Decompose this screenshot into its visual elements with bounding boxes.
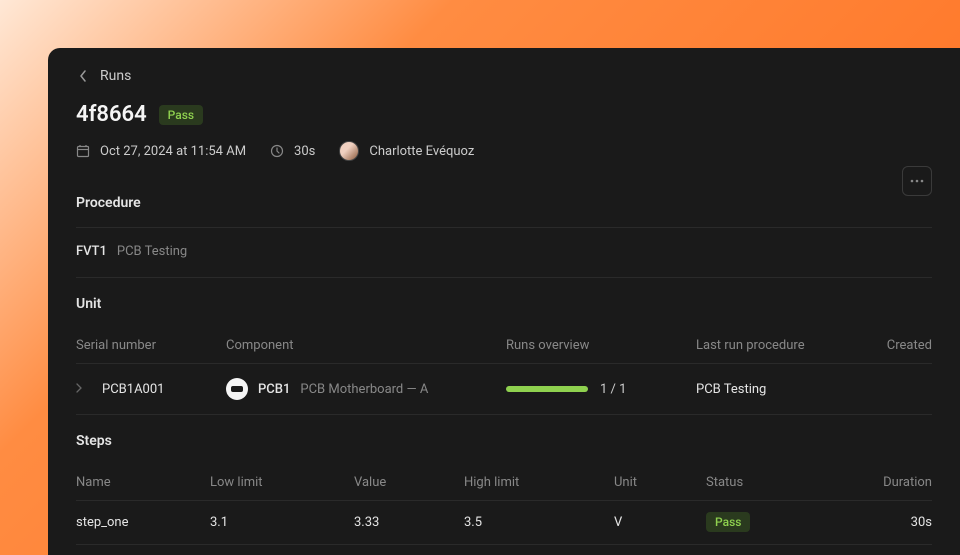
chevron-right-icon[interactable] (76, 382, 88, 397)
calendar-icon (76, 144, 90, 158)
steps-table-header: Name Low limit Value High limit Unit Sta… (76, 465, 932, 501)
header-created: Created (842, 338, 932, 353)
header-value: Value (354, 475, 464, 490)
step-duration: 30s (836, 515, 932, 530)
step-name: step_one (76, 515, 210, 530)
runs-fraction: 1 / 1 (600, 382, 626, 397)
avatar (339, 141, 359, 161)
progress-bar (506, 386, 588, 392)
steps-section-title: Steps (76, 433, 932, 449)
unit-table-row[interactable]: PCB1A001 PCB1 PCB Motherboard — A 1 / 1 … (76, 364, 932, 415)
component-cell: PCB1 PCB Motherboard — A (226, 378, 506, 400)
header-serial: Serial number (76, 338, 226, 353)
timestamp-item: Oct 27, 2024 at 11:54 AM (76, 144, 246, 159)
procedure-section-title: Procedure (76, 195, 932, 211)
status-badge: Pass (159, 105, 203, 125)
meta-row: Oct 27, 2024 at 11:54 AM 30s Charlotte E… (76, 141, 932, 161)
procedure-row: FVT1 PCB Testing (76, 244, 932, 259)
header-status: Status (706, 475, 836, 490)
procedure-name: PCB Testing (117, 244, 187, 259)
divider (76, 277, 932, 278)
user-item: Charlotte Evéquoz (339, 141, 474, 161)
user-name: Charlotte Evéquoz (369, 144, 474, 159)
timestamp-text: Oct 27, 2024 at 11:54 AM (100, 144, 246, 159)
main-panel: Runs 4f8664 Pass Oct 27, 2024 at 11:54 A… (48, 48, 960, 555)
step-status-badge: Pass (706, 512, 750, 532)
lastrun-cell: PCB Testing (696, 382, 842, 397)
serial-cell: PCB1A001 (76, 382, 226, 397)
step-unit: V (614, 515, 706, 530)
runs-cell: 1 / 1 (506, 382, 696, 397)
step-status: Pass (706, 515, 836, 530)
header-duration: Duration (836, 475, 932, 490)
header-high: High limit (464, 475, 614, 490)
breadcrumb[interactable]: Runs (76, 68, 932, 84)
more-button[interactable] (902, 166, 932, 196)
divider (76, 227, 932, 228)
header-lastrun: Last run procedure (696, 338, 842, 353)
unit-table-header: Serial number Component Runs overview La… (76, 328, 932, 364)
header-component: Component (226, 338, 506, 353)
step-value: 3.33 (354, 515, 464, 530)
serial-value: PCB1A001 (102, 382, 164, 397)
page-title: 4f8664 (76, 102, 147, 127)
breadcrumb-label: Runs (100, 68, 131, 84)
more-icon (910, 179, 924, 183)
duration-item: 30s (270, 144, 315, 159)
header-unit: Unit (614, 475, 706, 490)
component-icon (226, 378, 248, 400)
component-name: PCB1 (258, 382, 290, 397)
unit-section-title: Unit (76, 296, 932, 312)
clock-icon (270, 144, 284, 158)
component-desc: PCB Motherboard — A (300, 382, 428, 397)
header-row: 4f8664 Pass (76, 102, 932, 127)
header-low: Low limit (210, 475, 354, 490)
chevron-left-icon (76, 69, 90, 83)
duration-text: 30s (294, 144, 315, 159)
step-low: 3.1 (210, 515, 354, 530)
procedure-code: FVT1 (76, 244, 107, 259)
header-step-name: Name (76, 475, 210, 490)
header-runs: Runs overview (506, 338, 696, 353)
step-high: 3.5 (464, 515, 614, 530)
steps-table-row[interactable]: step_one 3.1 3.33 3.5 V Pass 30s (76, 501, 932, 545)
